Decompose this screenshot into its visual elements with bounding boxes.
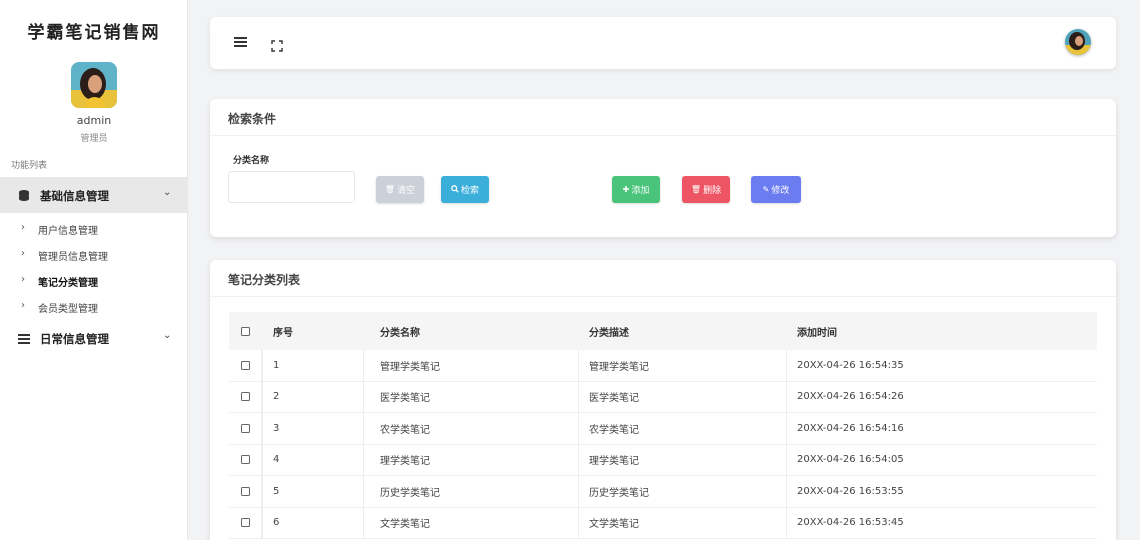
table-row[interactable]: 5 历史学类笔记 历史学类笔记 20XX-04-26 16:53:55 [229,476,1097,508]
clear-button[interactable]: 🗑 清空 [376,176,424,203]
column-header[interactable]: 添加时间 [797,312,1057,350]
row-checkbox[interactable] [240,518,250,528]
cell-desc: 农学类笔记 [589,424,639,436]
trash-icon: 🗑 [384,185,396,194]
search-card-title: 检索条件 [228,112,277,126]
search-icon [451,184,459,195]
brand-title: 学霸笔记销售网 [27,23,161,43]
cell-desc: 历史学类笔记 [589,487,649,499]
row-checkbox[interactable] [240,486,250,496]
trash-icon: 🗑 [690,185,702,194]
table-row[interactable]: 6 文学类笔记 文学类笔记 20XX-04-26 16:53:45 [229,507,1097,539]
sidebar-item-admin-info[interactable]: › 管理员信息管理 [0,242,188,268]
chevron-right-icon: › [21,248,25,259]
chevron-down-icon: ⌄ [163,330,172,341]
cell-name: 农学类笔记 [380,424,430,436]
add-button[interactable]: ✚ 添加 [612,176,660,203]
edit-button[interactable]: ✎ 修改 [751,176,801,203]
row-checkbox[interactable] [240,360,250,370]
menu-group-daily-info[interactable]: 日常信息管理 ⌄ [0,320,188,356]
chevron-right-icon: › [21,274,25,285]
clear-button-label: 清空 [397,185,416,195]
hamburger-menu-icon[interactable] [234,37,247,48]
divider [210,296,1116,297]
list-icon [17,331,31,345]
list-card: 笔记分类列表 序号 分类名称 分类描述 添加时间 1 管理学类笔记 管理学类笔记 20… [210,260,1116,540]
admin-role: 管理员 [80,134,108,144]
database-icon [17,188,31,202]
cell-time: 20XX-04-26 16:54:35 [797,359,904,371]
sidebar-item-label: 会员类型管理 [38,304,98,315]
user-avatar[interactable] [1065,29,1091,55]
column-header[interactable]: 序号 [273,312,363,350]
cell-name: 理学类笔记 [380,456,430,468]
sidebar: 学霸笔记销售网 admin 管理员 功能列表 基础信息管理 ⌄ › 用户信息管理… [0,0,188,540]
delete-button-label: 删除 [703,185,722,195]
divider [210,135,1116,136]
plus-icon: ✚ [622,185,630,194]
cell-no: 1 [273,359,280,371]
cell-name: 医学类笔记 [380,393,430,405]
table-body: 1 管理学类笔记 管理学类笔记 20XX-04-26 16:54:35 2 医学类笔记 医学… [229,350,1097,539]
sidebar-item-member-type[interactable]: › 会员类型管理 [0,294,188,320]
cell-no: 2 [273,391,280,403]
admin-name: admin [76,114,112,127]
cell-no: 6 [273,517,280,529]
add-button-label: 添加 [631,185,650,195]
sidebar-item-note-category[interactable]: › 笔记分类管理 [0,268,188,294]
category-table: 序号 分类名称 分类描述 添加时间 1 管理学类笔记 管理学类笔记 20XX-04-2… [229,312,1097,539]
delete-button[interactable]: 🗑 删除 [682,176,730,203]
cell-time: 20XX-04-26 16:53:45 [797,517,904,529]
menu-caption: 功能列表 [11,161,48,171]
list-card-title: 笔记分类列表 [228,273,301,287]
cell-desc: 理学类笔记 [589,456,639,468]
select-all-checkbox[interactable] [241,326,250,336]
search-card: 检索条件 分类名称 🗑 清空 检索 ✚ 添加 🗑 删除 ✎ 修改 [210,99,1116,237]
category-name-label: 分类名称 [233,156,270,166]
cell-desc: 管理学类笔记 [589,361,649,373]
search-button[interactable]: 检索 [441,176,489,203]
search-button-label: 检索 [460,185,479,195]
edit-icon: ✎ [762,185,770,194]
column-header[interactable]: 分类名称 [380,312,580,350]
menu-group-label: 日常信息管理 [40,332,109,346]
row-checkbox[interactable] [240,392,250,402]
cell-time: 20XX-04-26 16:53:55 [797,485,904,497]
cell-name: 历史学类笔记 [380,487,440,499]
cell-no: 5 [273,485,280,497]
fullscreen-icon[interactable] [271,37,283,52]
chevron-down-icon: ⌄ [163,187,172,198]
category-name-input[interactable] [228,171,355,203]
menu-group-basic-info[interactable]: 基础信息管理 ⌄ [0,177,188,213]
menu-group-label: 基础信息管理 [40,189,109,203]
table-row[interactable]: 1 管理学类笔记 管理学类笔记 20XX-04-26 16:54:35 [229,350,1097,382]
sidebar-item-label: 管理员信息管理 [38,252,108,263]
column-header[interactable]: 分类描述 [589,312,789,350]
cell-time: 20XX-04-26 16:54:16 [797,422,904,434]
sidebar-item-label: 用户信息管理 [38,226,98,237]
top-bar [210,17,1116,69]
cell-time: 20XX-04-26 16:54:05 [797,454,904,466]
admin-avatar[interactable] [71,62,117,108]
row-checkbox[interactable] [240,423,250,433]
sidebar-item-label: 笔记分类管理 [38,278,98,289]
cell-name: 管理学类笔记 [380,361,440,373]
table-header-row: 序号 分类名称 分类描述 添加时间 [229,312,1097,350]
table-row[interactable]: 2 医学类笔记 医学类笔记 20XX-04-26 16:54:26 [229,381,1097,413]
table-row[interactable]: 3 农学类笔记 农学类笔记 20XX-04-26 16:54:16 [229,413,1097,445]
chevron-right-icon: › [21,300,25,311]
row-checkbox[interactable] [240,455,250,465]
cell-desc: 医学类笔记 [589,393,639,405]
chevron-right-icon: › [21,222,25,233]
edit-button-label: 修改 [771,185,790,195]
cell-desc: 文学类笔记 [589,519,639,531]
table-row[interactable]: 4 理学类笔记 理学类笔记 20XX-04-26 16:54:05 [229,444,1097,476]
sidebar-item-user-info[interactable]: › 用户信息管理 [0,216,188,242]
cell-name: 文学类笔记 [380,519,430,531]
cell-no: 4 [273,454,280,466]
cell-time: 20XX-04-26 16:54:26 [797,391,904,403]
cell-no: 3 [273,422,280,434]
